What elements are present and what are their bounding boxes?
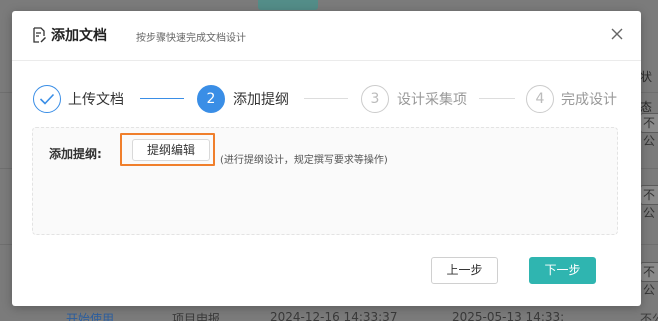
step-connector — [304, 98, 348, 99]
next-step-button[interactable]: 下一步 — [529, 257, 596, 284]
step-label: 设计采集项 — [397, 92, 467, 108]
background-cell: 不公 — [640, 312, 658, 321]
background-cell: 2025-05-13 14:33: — [452, 310, 565, 321]
background-status-column: 状态 不公 不公 不公 — [640, 0, 658, 321]
step-progress: 上传文档 2 添加提纲 3 设计采集项 4 完成设计 — [12, 81, 641, 117]
outline-hint: (进行提纲设计，规定撰写要求等操作) — [220, 155, 388, 166]
step-label: 添加提纲 — [233, 92, 289, 108]
edit-outline-button[interactable]: 提纲编辑 — [132, 139, 210, 161]
background-top-bar — [258, 0, 318, 10]
background-start-link: 开始使用 — [66, 312, 115, 321]
background-status-cell: 不公 — [640, 262, 658, 297]
step-label: 上传文档 — [68, 92, 124, 108]
checkmark-icon — [39, 93, 55, 105]
dialog-subtitle: 按步骤快速完成文档设计 — [136, 33, 246, 44]
add-document-dialog: 添加文档 按步骤快速完成文档设计 上传文档 2 添加提纲 3 设计采集项 4 完… — [12, 11, 641, 306]
step-connector — [140, 98, 184, 99]
background-status-cell: 不公 — [640, 185, 658, 220]
close-icon[interactable] — [610, 27, 624, 41]
step-number: 2 — [197, 85, 225, 113]
previous-step-button[interactable]: 上一步 — [431, 257, 498, 284]
background-cell: 2024-12-16 14:33:37 — [270, 310, 398, 321]
dialog-title: 添加文档 — [51, 28, 107, 44]
outline-button-highlight: 提纲编辑 — [120, 133, 215, 166]
outline-label: 添加提纲: — [49, 147, 102, 161]
dialog-header: 添加文档 按步骤快速完成文档设计 — [12, 11, 641, 61]
background-cell: 项目申报 — [172, 312, 221, 321]
background-table-row: 开始使用 项目申报 2024-12-16 14:33:37 2025-05-13… — [0, 307, 658, 321]
step-number: 4 — [526, 85, 554, 113]
background-status-cell: 不公 — [640, 113, 658, 148]
step-number: 3 — [361, 85, 389, 113]
step-label: 完成设计 — [561, 92, 617, 108]
document-edit-icon — [33, 27, 46, 43]
background-status-header: 状态 — [640, 70, 653, 114]
outline-section: 添加提纲: 提纲编辑 (进行提纲设计，规定撰写要求等操作) — [32, 127, 618, 235]
step-connector — [479, 98, 515, 99]
step-complete-circle — [33, 85, 61, 113]
